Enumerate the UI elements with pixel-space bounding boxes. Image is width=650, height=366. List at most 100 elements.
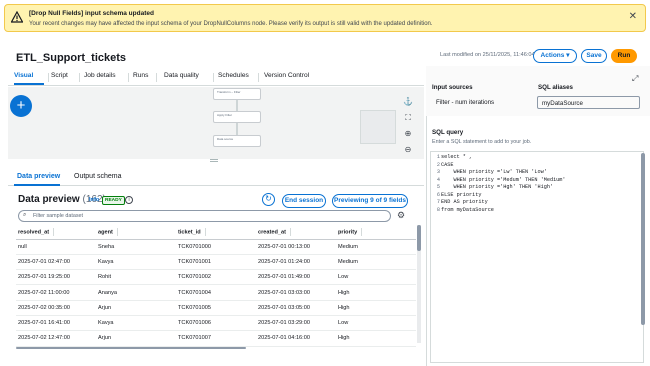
warning-icon [11, 11, 23, 23]
table-cell: null [16, 239, 96, 255]
data-table: resolved_at agent ticket_id created_at p… [16, 225, 416, 347]
table-cell: Kavya [96, 254, 176, 271]
fit-view-icon[interactable]: ⛶ [402, 112, 414, 124]
code-line: WHEN priority ='Medum' THEN 'Medium' [441, 176, 566, 183]
table-row: 2025-07-02 12:47:00 Arjun TCK0701007 202… [16, 330, 416, 347]
table-row: 2025-07-01 19:25:00 Rohit TCK0701002 202… [16, 269, 416, 286]
save-button[interactable]: Save [581, 49, 607, 63]
tab-data-quality[interactable]: Data quality [164, 72, 199, 79]
tab-version-control[interactable]: Version Control [264, 72, 309, 79]
canvas-node[interactable]: Apply Filter [213, 111, 261, 123]
table-cell: 2025-07-02 12:47:00 [16, 330, 96, 347]
table-cell: Low [336, 269, 416, 286]
table-cell: 2025-07-01 19:25:00 [16, 269, 96, 286]
data-preview-heading: Data preview [18, 194, 80, 205]
table-cell: 2025-07-01 03:05:00 [256, 300, 336, 316]
tab-runs[interactable]: Runs [133, 72, 148, 79]
refresh-icon[interactable]: ↻ [262, 193, 275, 206]
sql-aliases-label: SQL aliases [538, 84, 573, 91]
alias-input[interactable]: myDataSource [537, 96, 640, 109]
column-header[interactable]: agent [96, 225, 176, 240]
filter-input[interactable]: ⌕ Filter sample dataset [18, 210, 391, 222]
info-icon[interactable]: i [125, 196, 133, 204]
column-header[interactable]: created_at [256, 225, 336, 240]
code-line: WHEN priority ='Lw' THEN 'Low' [441, 169, 547, 175]
tab-script[interactable]: Script [51, 72, 68, 79]
previewing-fields-button[interactable]: Previewing 9 of 9 fields [332, 194, 408, 208]
status-badge: READY [102, 196, 125, 205]
info-link[interactable]: Info [89, 197, 99, 203]
table-cell: 2025-07-01 01:24:00 [256, 254, 336, 271]
banner-message: Your recent changes may have affected th… [29, 21, 433, 27]
table-cell: Medium [336, 239, 416, 255]
end-session-button[interactable]: End session [282, 194, 326, 208]
table-cell: TCK0701001 [176, 254, 256, 271]
tab-output-schema[interactable]: Output schema [74, 173, 121, 180]
table-cell: 2025-07-01 03:29:00 [256, 315, 336, 332]
table-cell: 2025-07-02 11:00:00 [16, 284, 96, 301]
column-header[interactable]: priority [336, 225, 416, 240]
table-cell: 2025-07-02 00:35:00 [16, 300, 96, 316]
expand-icon[interactable]: ⤢ [632, 74, 638, 84]
table-cell: 2025-07-01 16:41:00 [16, 315, 96, 332]
code-line: ELSE priority [441, 191, 482, 198]
table-cell: High [336, 300, 416, 316]
table-cell: 2025-07-01 00:13:00 [256, 239, 336, 255]
table-row: 2025-07-01 16:41:00 Kavya TCK0701006 202… [16, 315, 416, 332]
input-sources-label: Input sources [432, 84, 473, 91]
search-icon: ⌕ [23, 212, 27, 218]
code-line: select * , [441, 154, 473, 160]
run-button[interactable]: Run [611, 49, 637, 63]
table-cell: TCK0701000 [176, 239, 256, 255]
tab-schedules[interactable]: Schedules [218, 72, 249, 79]
tab-job-details[interactable]: Job details [84, 72, 116, 79]
table-cell: High [336, 284, 416, 301]
sql-code[interactable]: select * , CASE WHEN priority ='Lw' THEN … [441, 154, 566, 214]
add-node-button[interactable]: + [10, 95, 32, 117]
table-row: 2025-07-01 02:47:00 Kavya TCK0701001 202… [16, 254, 416, 271]
last-modified-text: Last modified on 25/11/2025, 11:46:04 [440, 52, 535, 58]
resize-handle[interactable] [210, 159, 218, 162]
table-cell: Kavya [96, 315, 176, 332]
table-header-row: resolved_at agent ticket_id created_at p… [16, 225, 416, 240]
table-cell: TCK0701006 [176, 315, 256, 332]
table-cell: TCK0701002 [176, 269, 256, 286]
table-cell: 2025-07-01 02:47:00 [16, 254, 96, 271]
table-cell: Ananya [96, 284, 176, 301]
table-cell: Sneha [96, 239, 176, 255]
actions-button[interactable]: Actions ▾ [533, 49, 577, 63]
tab-data-preview[interactable]: Data preview [17, 173, 60, 180]
canvas-node[interactable]: Transform – Filter [213, 88, 261, 100]
table-cell: Arjun [96, 300, 176, 316]
canvas-minimap[interactable] [360, 110, 396, 144]
tab-visual[interactable]: Visual [14, 72, 33, 79]
table-cell: TCK0701004 [176, 284, 256, 301]
table-cell: Arjun [96, 330, 176, 347]
column-header[interactable]: resolved_at [16, 225, 96, 240]
filter-placeholder: Filter sample dataset [33, 213, 84, 219]
bottom-tabs: Data preview Output schema [8, 170, 424, 186]
canvas-node[interactable]: Data source [213, 135, 261, 147]
sql-help-text: Enter a SQL statement to add to your job… [432, 139, 532, 145]
table-row: 2025-07-02 00:35:00 Arjun TCK0701005 202… [16, 300, 416, 316]
share-icon[interactable]: ⚓ [402, 96, 414, 108]
line-numbers: 1 2 3 4 5 6 7 8 [436, 154, 440, 213]
editor-tabs: Visual Script Job details Runs Data qual… [8, 70, 424, 86]
table-cell: Rohit [96, 269, 176, 286]
column-header[interactable]: ticket_id [176, 225, 256, 240]
editor-scrollbar[interactable] [641, 153, 645, 358]
gear-icon[interactable]: ⚙ [397, 210, 405, 221]
page-title: ETL_Support_tickets [16, 52, 127, 64]
zoom-out-icon[interactable]: ⊖ [402, 144, 414, 156]
sql-editor[interactable]: 1 2 3 4 5 6 7 8 select * , CASE WHEN prio… [430, 151, 644, 363]
code-line: from myDataSource [441, 206, 494, 213]
sql-query-label: SQL query [432, 129, 464, 136]
horizontal-scrollbar[interactable] [8, 345, 418, 351]
table-cell: Low [336, 315, 416, 332]
close-icon[interactable]: ✕ [629, 11, 637, 23]
code-line: END AS priority [441, 199, 488, 205]
zoom-in-icon[interactable]: ⊕ [402, 128, 414, 140]
warning-banner: [Drop Null Fields] input schema updated … [4, 4, 646, 32]
table-scrollbar[interactable] [417, 225, 421, 343]
table-cell: 2025-07-01 04:16:00 [256, 330, 336, 347]
